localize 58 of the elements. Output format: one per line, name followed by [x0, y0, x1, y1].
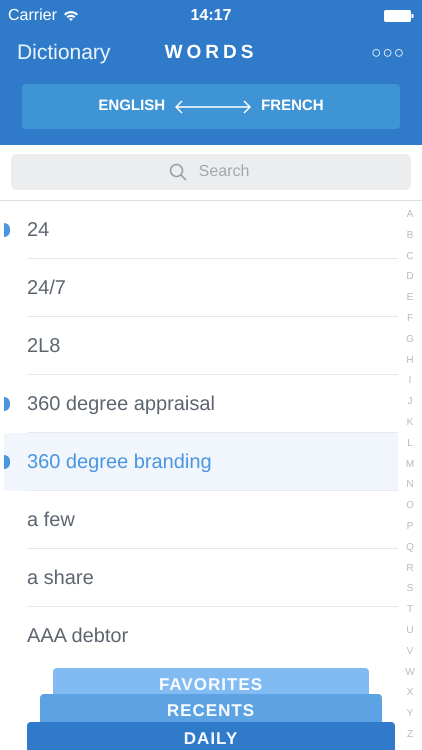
word-text: a share [27, 566, 94, 591]
clock-text: 14:17 [190, 6, 232, 26]
index-letter[interactable]: U [406, 620, 414, 642]
index-letter[interactable]: T [406, 600, 414, 620]
index-letter[interactable]: P [406, 516, 414, 538]
word-text: 360 degree appraisal [27, 392, 215, 417]
search-icon [169, 163, 187, 181]
index-letter[interactable]: V [406, 642, 414, 662]
word-row[interactable]: 360 degree appraisal [0, 375, 398, 433]
word-row[interactable]: 2L8 [0, 317, 398, 375]
wifi-icon [62, 10, 79, 22]
index-letter[interactable]: X [406, 683, 414, 704]
word-text: 2L8 [27, 334, 60, 359]
carrier-text: Carrier [8, 6, 57, 26]
word-row[interactable]: 360 degree branding [4, 433, 398, 491]
index-letter[interactable]: R [406, 558, 414, 579]
index-letter[interactable]: Y [406, 704, 414, 724]
index-letter[interactable]: K [406, 412, 414, 434]
index-letter[interactable]: L [407, 434, 413, 454]
tab-card[interactable]: DAILY [27, 722, 395, 750]
back-button[interactable]: Dictionary [17, 37, 137, 69]
screen-title: WORDS [164, 40, 258, 65]
more-button[interactable]: ○○○ [284, 40, 405, 66]
index-letter[interactable]: Q [406, 538, 414, 558]
word-row[interactable]: 24 [0, 201, 398, 259]
index-letter[interactable]: E [406, 288, 414, 308]
index-letter[interactable]: B [406, 226, 414, 246]
index-letter[interactable]: S [406, 579, 414, 600]
index-letter[interactable]: W [405, 662, 415, 683]
word-text: AAA debtor [27, 624, 128, 649]
index-letter[interactable]: J [408, 392, 412, 412]
word-row[interactable]: a few [0, 491, 398, 549]
tab-card[interactable]: RECENTS [40, 694, 382, 722]
index-letter[interactable]: M [406, 454, 414, 475]
language-bar[interactable]: ENGLISH FRENCH [22, 84, 400, 129]
target-language: FRENCH [261, 96, 324, 116]
source-language: ENGLISH [98, 96, 166, 116]
double-arrow-icon [175, 100, 252, 114]
index-letter[interactable]: D [406, 267, 414, 288]
word-text: 360 degree branding [27, 450, 212, 475]
battery-icon [384, 10, 414, 22]
index-letter[interactable]: C [406, 246, 414, 267]
index-letter[interactable]: A [406, 205, 414, 226]
index-letter[interactable]: I [408, 371, 412, 392]
word-text: 24/7 [27, 276, 66, 301]
index-letter[interactable]: N [406, 475, 414, 496]
index-letter[interactable]: O [406, 496, 414, 516]
word-text: 24 [27, 218, 50, 243]
index-letter[interactable]: Z [406, 724, 414, 746]
index-letter[interactable]: G [406, 330, 414, 350]
word-text: a few [27, 508, 75, 533]
word-row[interactable]: 24/7 [0, 259, 398, 317]
search-field[interactable]: Search [11, 154, 411, 190]
word-row[interactable]: AAA debtor [0, 607, 398, 665]
index-letter[interactable]: H [406, 350, 414, 371]
index-letter[interactable]: F [406, 308, 414, 330]
tab-card[interactable]: FAVORITES [53, 668, 369, 694]
word-row[interactable]: a share [0, 549, 398, 607]
